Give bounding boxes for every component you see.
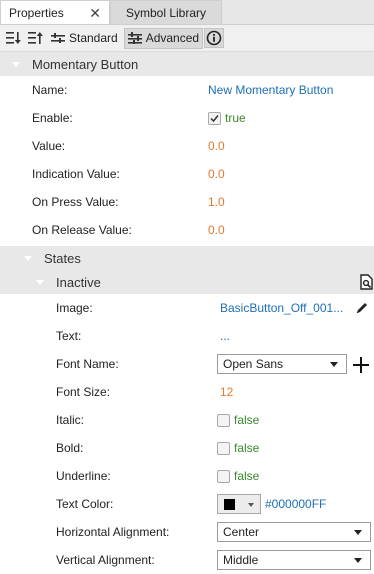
prop-label: Image: [56,301,93,315]
prop-row-bold: Bold: false [0,434,374,462]
italic-control: false [217,413,259,427]
check-icon [210,114,219,122]
tab-symbol-library-label: Symbol Library [125,5,207,20]
bold-value: false [234,441,260,455]
italic-checkbox[interactable] [217,413,230,427]
bold-control: false [217,441,259,455]
toolbar: Standard Advanced [0,25,374,52]
text-color-value: #000000FF [265,497,327,511]
prop-row-italic: Italic: false [0,406,374,434]
prop-row-font-size: Font Size: 12 [0,378,374,406]
prop-row-horizontal-alignment: Horizontal Alignment: Center [0,518,374,546]
on-press-value[interactable]: 1.0 [208,195,225,209]
font-name-select[interactable]: Open Sans [217,354,347,374]
prop-label: Bold: [56,441,84,455]
add-font-icon[interactable] [353,357,369,376]
prop-label: Enable: [32,111,73,125]
preview-document-icon[interactable] [360,274,374,293]
horizontal-alignment-value: Center [223,525,260,539]
prop-row-underline: Underline: false [0,462,374,490]
prop-row-enable: Enable: true [0,104,374,132]
section-momentary-button[interactable]: Momentary Button [0,52,374,76]
prop-label: Underline: [56,469,111,483]
collapse-triangle-icon[interactable] [12,62,20,67]
font-name-value: Open Sans [223,357,284,371]
name-value[interactable]: New Momentary Button [208,83,333,97]
on-release-value[interactable]: 0.0 [208,223,225,237]
prop-label: Font Size: [56,385,111,399]
underline-checkbox[interactable] [217,469,230,483]
tab-properties[interactable]: Properties ✕ [0,0,110,24]
section-title: Inactive [56,274,101,290]
prop-row-indication-value: Indication Value: 0.0 [0,160,374,188]
prop-row-vertical-alignment: Vertical Alignment: Middle [0,546,374,574]
advanced-label: Advanced [145,31,200,45]
collapse-triangle-icon[interactable] [24,256,32,261]
prop-label: Text: [56,329,82,343]
section-inactive[interactable]: Inactive [0,270,374,294]
standard-label: Standard [69,31,118,45]
prop-row-value: Value: 0.0 [0,132,374,160]
edit-pencil-icon[interactable] [355,301,369,318]
info-icon [206,30,222,46]
collapse-triangle-icon[interactable] [36,280,44,285]
tab-properties-label: Properties [9,5,64,20]
prop-label: Name: [32,83,68,97]
prop-label: On Press Value: [32,195,119,209]
italic-value: false [234,413,260,427]
standard-sliders-icon [51,33,65,43]
text-value[interactable]: ... [220,329,230,343]
prop-row-name: Name: New Momentary Button [0,76,374,104]
prop-label: Horizontal Alignment: [56,525,170,539]
enable-control: true [208,111,246,125]
vertical-alignment-select[interactable]: Middle [217,550,371,570]
indication-value[interactable]: 0.0 [208,167,225,181]
prop-label: Value: [32,139,66,153]
prop-row-on-release-value: On Release Value: 0.0 [0,216,374,244]
section-states[interactable]: States [0,246,374,270]
section-title: States [44,250,81,266]
prop-row-text: Text: ... [0,322,374,350]
standard-view-button[interactable]: Standard [48,28,121,49]
prop-label: Indication Value: [32,167,120,181]
tab-symbol-library[interactable]: Symbol Library [110,0,222,24]
prop-label: Font Name: [56,357,119,371]
underline-value: false [234,469,260,483]
color-swatch [224,498,235,510]
bold-checkbox[interactable] [217,441,230,455]
prop-row-text-color: Text Color: #000000FF [0,490,374,518]
prop-row-on-press-value: On Press Value: 1.0 [0,188,374,216]
info-button[interactable] [204,28,225,48]
sort-descending-icon[interactable] [4,29,22,47]
prop-row-image: Image: BasicButton_Off_001... [0,294,374,322]
horizontal-alignment-select[interactable]: Center [217,522,371,542]
section-title: Momentary Button [32,56,139,72]
prop-row-font-name: Font Name: Open Sans [0,350,374,378]
underline-control: false [217,469,259,483]
close-icon[interactable]: ✕ [89,6,101,20]
enable-value: true [225,111,246,125]
prop-label: Italic: [56,413,85,427]
dropdown-arrow-icon [248,503,254,507]
font-size-value[interactable]: 12 [220,385,233,399]
advanced-view-button[interactable]: Advanced [123,27,204,49]
vertical-alignment-value: Middle [223,553,259,567]
dropdown-arrow-icon [330,362,338,367]
tab-bar: Properties ✕ Symbol Library [0,0,374,25]
prop-label: Vertical Alignment: [56,553,155,567]
text-color-picker[interactable] [217,494,261,514]
prop-label: Text Color: [56,497,114,511]
dropdown-arrow-icon [354,558,362,563]
dropdown-arrow-icon [354,530,362,535]
enable-checkbox[interactable] [208,111,221,125]
image-value[interactable]: BasicButton_Off_001... [220,301,343,315]
sort-ascending-icon[interactable] [26,29,44,47]
advanced-sliders-icon [127,32,142,44]
value-value[interactable]: 0.0 [208,139,225,153]
prop-label: On Release Value: [32,223,132,237]
